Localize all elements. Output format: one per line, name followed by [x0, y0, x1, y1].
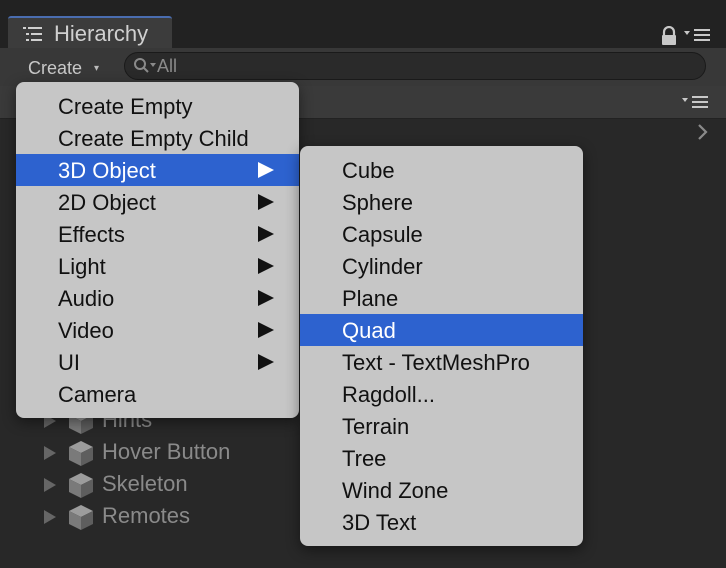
submenu-item-terrain[interactable]: Terrain — [300, 410, 583, 442]
menu-item-2d-object[interactable]: 2D Object — [16, 186, 299, 218]
create-dropdown-button[interactable]: Create ▾ — [16, 52, 120, 82]
menu-item-label: Quad — [342, 318, 396, 343]
menu-item-label: Text - TextMeshPro — [342, 350, 530, 375]
menu-item-label: Capsule — [342, 222, 423, 247]
submenu-item-quad[interactable]: Quad — [300, 314, 583, 346]
hierarchy-list-icon — [23, 27, 42, 41]
menu-item-light[interactable]: Light — [16, 250, 299, 282]
menu-item-label: Create Empty Child — [58, 126, 249, 151]
3d-object-submenu: Cube Sphere Capsule Cylinder Plane Quad … — [300, 146, 583, 546]
menu-item-label: 3D Text — [342, 510, 417, 535]
menu-item-label: Effects — [58, 222, 125, 247]
foldout-arrow-icon[interactable] — [44, 510, 56, 524]
create-label: Create — [28, 58, 83, 78]
menu-item-effects[interactable]: Effects — [16, 218, 299, 250]
menu-item-label: Sphere — [342, 190, 413, 215]
menu-item-ui[interactable]: UI — [16, 346, 299, 378]
panel-menu-icon[interactable] — [682, 95, 710, 109]
submenu-item-plane[interactable]: Plane — [300, 282, 583, 314]
cube-icon — [69, 505, 93, 530]
menu-item-label: 3D Object — [58, 158, 156, 183]
menu-item-label: Cylinder — [342, 254, 423, 279]
submenu-arrow-icon — [258, 162, 274, 178]
tree-item-label: Remotes — [102, 503, 191, 528]
tree-item-label: Hover Button — [102, 439, 231, 464]
menu-item-label: 2D Object — [58, 190, 156, 215]
menu-item-label: Audio — [58, 286, 115, 311]
panel-menu-icon[interactable] — [684, 28, 712, 42]
menu-item-label: Light — [58, 254, 106, 279]
menu-item-video[interactable]: Video — [16, 314, 299, 346]
search-input[interactable] — [157, 55, 677, 77]
menu-item-3d-object[interactable]: 3D Object — [16, 154, 299, 186]
submenu-arrow-icon — [258, 226, 274, 242]
menu-item-label: Ragdoll... — [342, 382, 435, 407]
tree-item[interactable]: Remotes — [44, 502, 304, 532]
submenu-item-sphere[interactable]: Sphere — [300, 186, 583, 218]
chevron-right-icon[interactable] — [696, 122, 710, 142]
submenu-item-wind-zone[interactable]: Wind Zone — [300, 474, 583, 506]
submenu-arrow-icon — [258, 354, 274, 370]
window-title-bar: Hierarchy — [0, 0, 726, 50]
lock-icon[interactable] — [660, 26, 678, 46]
submenu-arrow-icon — [258, 290, 274, 306]
submenu-arrow-icon — [258, 322, 274, 338]
submenu-item-capsule[interactable]: Capsule — [300, 218, 583, 250]
submenu-item-cylinder[interactable]: Cylinder — [300, 250, 583, 282]
search-icon — [134, 58, 156, 73]
submenu-item-3d-text[interactable]: 3D Text — [300, 506, 583, 538]
menu-item-label: Terrain — [342, 414, 410, 439]
chevron-down-icon: ▾ — [94, 63, 100, 74]
menu-item-label: Tree — [342, 446, 387, 471]
search-field[interactable] — [124, 52, 706, 80]
create-menu: Create Empty Create Empty Child 3D Objec… — [16, 82, 299, 418]
menu-item-label: Plane — [342, 286, 399, 311]
tab-title: Hierarchy — [54, 21, 149, 46]
tree-item-label: Skeleton — [102, 471, 188, 496]
menu-item-create-empty-child[interactable]: Create Empty Child — [16, 122, 299, 154]
tree-item[interactable]: Hover Button — [44, 438, 304, 468]
foldout-arrow-icon[interactable] — [44, 446, 56, 460]
tree-item[interactable]: Skeleton — [44, 470, 304, 500]
submenu-item-ragdoll[interactable]: Ragdoll... — [300, 378, 583, 410]
menu-item-label: Video — [58, 318, 114, 343]
menu-item-label: Create Empty — [58, 94, 193, 119]
menu-item-create-empty[interactable]: Create Empty — [16, 90, 299, 122]
menu-item-label: UI — [58, 350, 80, 375]
menu-item-camera[interactable]: Camera — [16, 378, 299, 410]
submenu-item-cube[interactable]: Cube — [300, 154, 583, 186]
menu-item-label: Cube — [342, 158, 395, 183]
submenu-arrow-icon — [258, 194, 274, 210]
tab-hierarchy[interactable]: Hierarchy — [8, 16, 172, 50]
menu-item-label: Camera — [58, 382, 137, 407]
submenu-item-text-textmeshpro[interactable]: Text - TextMeshPro — [300, 346, 583, 378]
menu-item-audio[interactable]: Audio — [16, 282, 299, 314]
foldout-arrow-icon[interactable] — [44, 478, 56, 492]
submenu-item-tree[interactable]: Tree — [300, 442, 583, 474]
cube-icon — [69, 473, 93, 498]
cube-icon — [69, 441, 93, 466]
menu-item-label: Wind Zone — [342, 478, 449, 503]
submenu-arrow-icon — [258, 258, 274, 274]
